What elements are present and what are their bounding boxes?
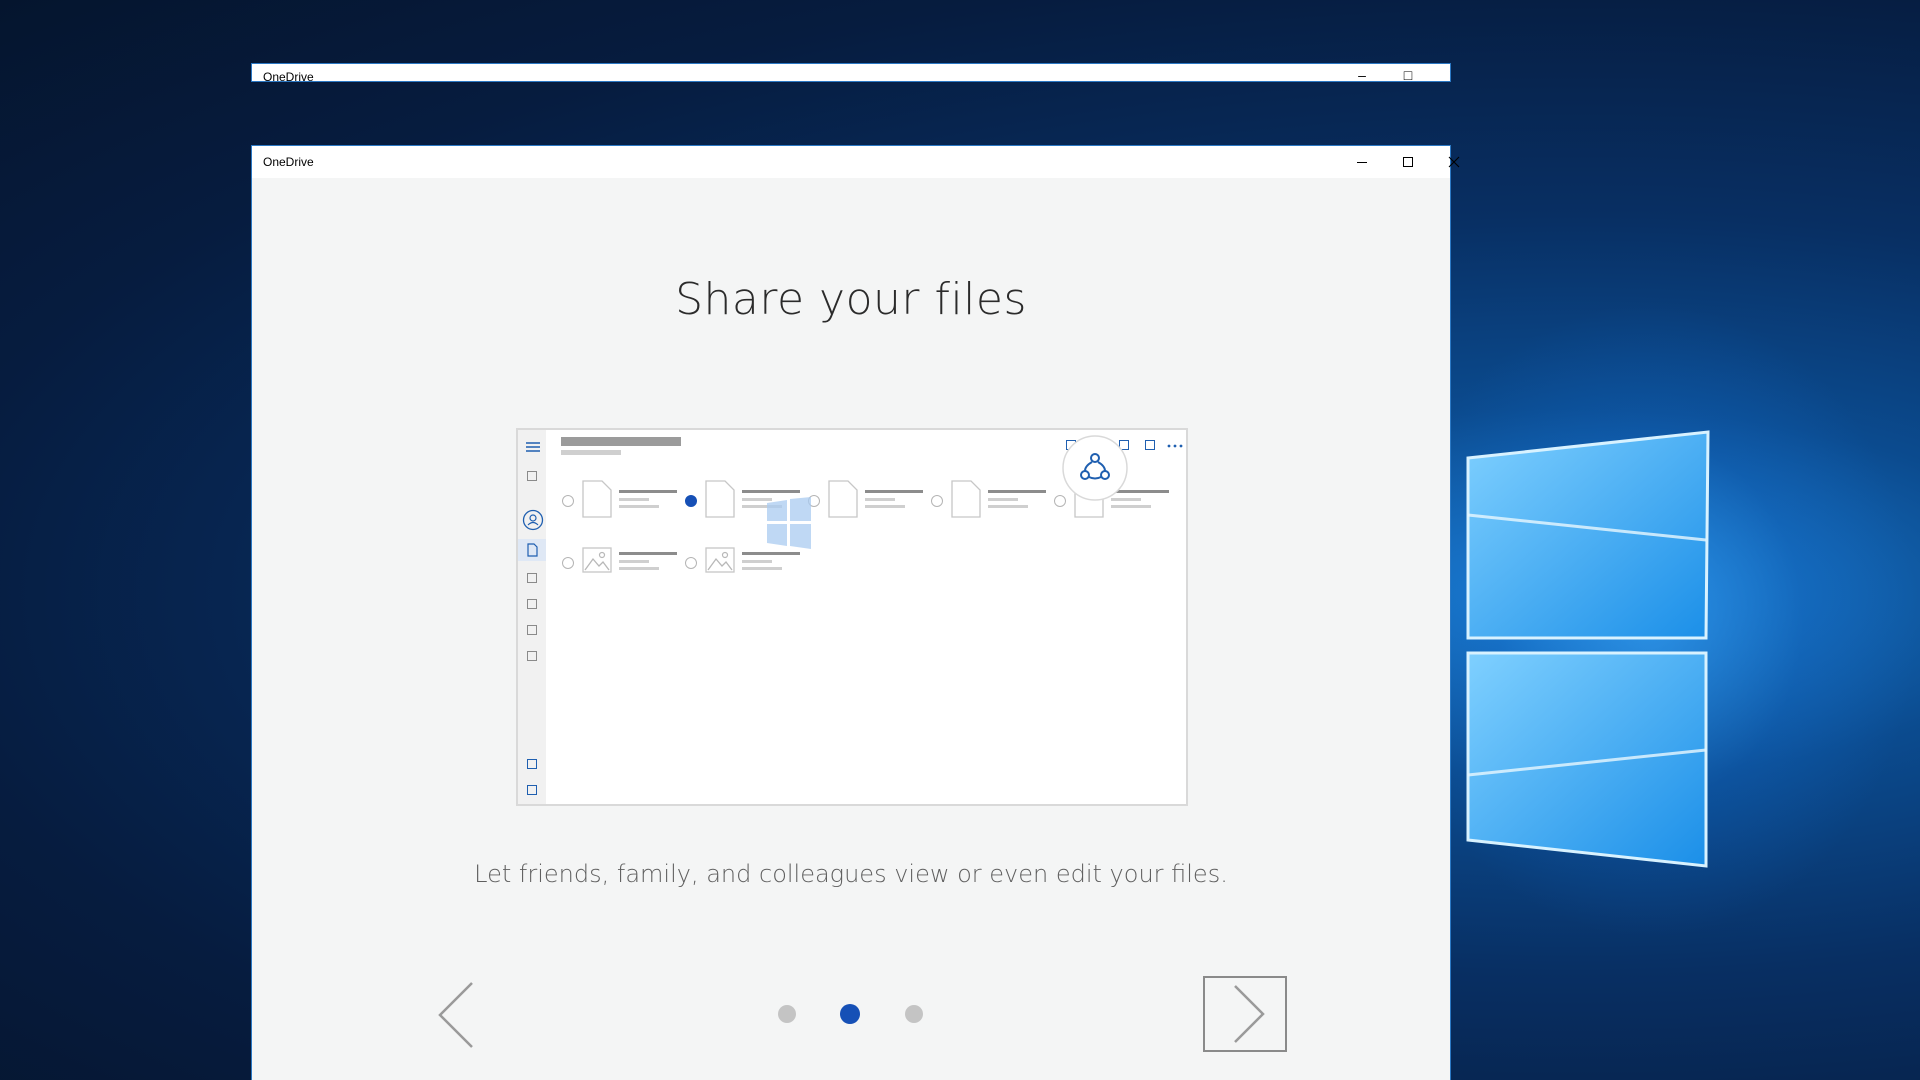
file-meta-bar [988, 505, 1028, 508]
close-icon [1448, 156, 1460, 168]
onedrive-window: OneDrive Share your files Let friends, f… [251, 145, 1460, 1080]
file-meta-bar [619, 567, 659, 570]
file-select-radio [562, 557, 574, 569]
file-icon [527, 543, 538, 557]
close-button[interactable] [1431, 146, 1477, 178]
page-dot-2-active[interactable] [840, 1004, 860, 1024]
onedrive-app-illustration [516, 428, 1188, 806]
page-dot-3[interactable] [905, 1005, 923, 1023]
nav-square-icon [527, 785, 537, 795]
minimize-icon [1357, 162, 1367, 163]
document-icon [828, 480, 858, 518]
close-icon[interactable]: ✕ [1431, 67, 1450, 81]
maximize-button[interactable] [1385, 146, 1431, 178]
share-icon [1062, 435, 1128, 501]
nav-square-icon [527, 599, 537, 609]
document-icon [951, 480, 981, 518]
file-name-bar [619, 552, 677, 555]
hamburger-icon [526, 442, 540, 452]
file-meta-bar [619, 505, 659, 508]
minimize-button[interactable] [1339, 146, 1385, 178]
file-meta-bar [1111, 505, 1151, 508]
window-title: OneDrive [263, 155, 314, 169]
file-select-radio [562, 495, 574, 507]
file-meta-bar [742, 560, 772, 563]
minimize-icon[interactable]: – [1339, 67, 1385, 81]
previous-button[interactable] [434, 979, 478, 1051]
file-select-radio [931, 495, 943, 507]
nav-square-icon [527, 573, 537, 583]
file-name-bar [865, 490, 923, 493]
nav-square-icon [527, 651, 537, 661]
file-meta-bar [619, 560, 649, 563]
file-meta-bar [865, 505, 905, 508]
page-dot-1[interactable] [778, 1005, 796, 1023]
file-meta-bar [619, 498, 649, 501]
illustration-nav-pane [518, 430, 546, 804]
background-window[interactable]: OneDrive – □ ✕ [251, 63, 1451, 82]
file-name-bar [619, 490, 677, 493]
nav-square-icon [527, 471, 537, 481]
windows-logo-overlay [767, 497, 811, 549]
page-description: Let friends, family, and colleagues view… [474, 860, 1228, 888]
account-icon [522, 509, 544, 531]
file-name-bar [988, 490, 1046, 493]
illustration-subheader-bar [561, 450, 621, 455]
page-title: Share your files [675, 274, 1027, 325]
file-meta-bar [742, 567, 782, 570]
maximize-icon[interactable]: □ [1385, 67, 1431, 81]
file-meta-bar [988, 498, 1018, 501]
toolbar-square-icon [1145, 440, 1155, 450]
image-file-icon [582, 547, 612, 573]
illustration-header-bar [561, 437, 681, 446]
document-icon [705, 480, 735, 518]
file-select-radio [685, 557, 697, 569]
windows-logo-wallpaper [1466, 430, 1710, 868]
next-button[interactable] [1203, 976, 1287, 1052]
file-name-bar [742, 490, 800, 493]
more-icon [1167, 444, 1183, 448]
nav-square-icon [527, 625, 537, 635]
file-meta-bar [865, 498, 895, 501]
maximize-icon [1403, 157, 1413, 167]
chevron-right-icon [1234, 985, 1265, 1043]
background-window-title: OneDrive [263, 70, 314, 82]
file-name-bar [742, 552, 800, 555]
document-icon [582, 480, 612, 518]
nav-square-icon [527, 759, 537, 769]
title-bar[interactable]: OneDrive [252, 146, 1460, 178]
image-file-icon [705, 547, 735, 573]
file-select-radio-checked [685, 495, 697, 507]
